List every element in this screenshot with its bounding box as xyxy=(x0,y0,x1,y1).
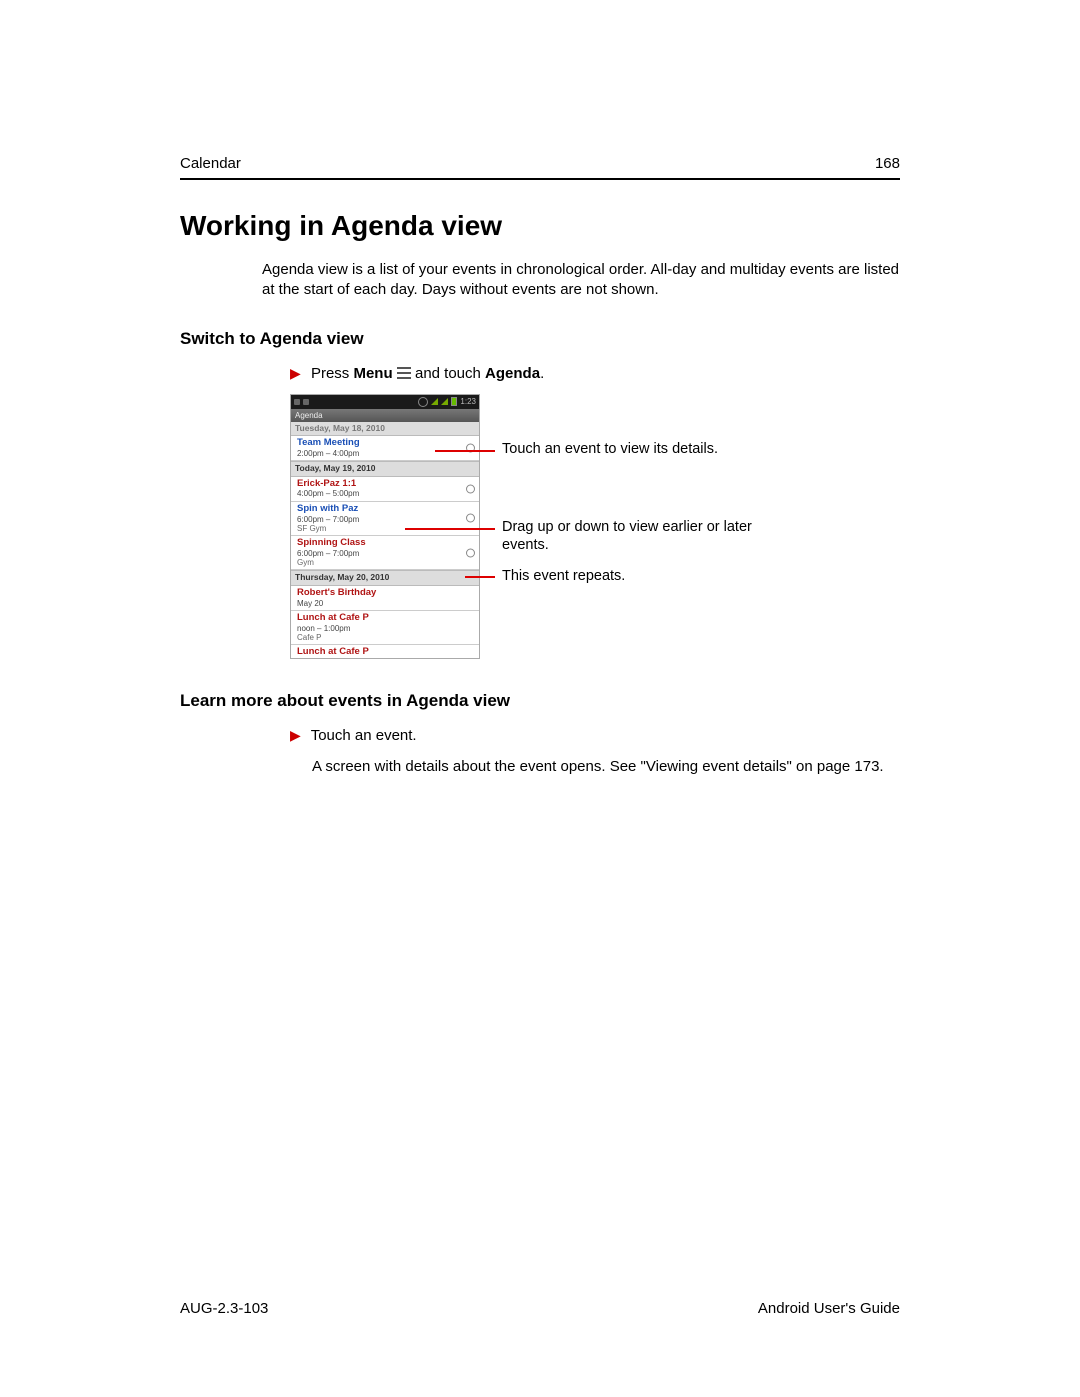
status-icon xyxy=(303,399,309,405)
subheading-switch: Switch to Agenda view xyxy=(180,329,900,349)
step-press-menu: ▶ Press Menu and touch Agenda. xyxy=(290,363,900,384)
callout-line xyxy=(435,450,495,452)
section-name: Calendar xyxy=(180,155,241,172)
status-icon xyxy=(294,399,300,405)
agenda-title-bar: Agenda xyxy=(291,409,479,422)
reminder-icon xyxy=(466,514,475,523)
event-item: Robert's Birthday May 20 xyxy=(291,586,479,611)
page-header: Calendar 168 xyxy=(180,155,900,180)
status-time: 1:23 xyxy=(460,397,476,406)
step-text: Press Menu and touch Agenda. xyxy=(311,365,544,382)
step-text: Touch an event. xyxy=(311,727,417,744)
footer-left: AUG-2.3-103 xyxy=(180,1300,268,1317)
bullet-icon: ▶ xyxy=(290,727,301,743)
callout-text: Touch an event to view its details. xyxy=(502,440,718,458)
callout-text: This event repeats. xyxy=(502,567,625,585)
callout-line xyxy=(405,528,495,530)
page-number: 168 xyxy=(875,155,900,172)
reminder-icon xyxy=(466,484,475,493)
reminder-icon xyxy=(466,548,475,557)
phone-screenshot: 1:23 Agenda Tuesday, May 18, 2010 Team M… xyxy=(290,394,480,660)
step-detail: A screen with details about the event op… xyxy=(312,756,900,777)
event-item: Lunch at Cafe P noon – 1:00pm Cafe P xyxy=(291,611,479,645)
clock-icon xyxy=(418,397,428,407)
event-item: Erick-Paz 1:1 4:00pm – 5:00pm xyxy=(291,477,479,502)
callout-text: Drag up or down to view earlier or later… xyxy=(502,518,762,554)
footer-right: Android User's Guide xyxy=(758,1300,900,1317)
event-item: Spin with Paz 6:00pm – 7:00pm SF Gym xyxy=(291,502,479,536)
screenshot-with-callouts: 1:23 Agenda Tuesday, May 18, 2010 Team M… xyxy=(290,394,900,660)
callout-line xyxy=(465,576,495,578)
day-header: Thursday, May 20, 2010 xyxy=(291,570,479,586)
event-item: Lunch at Cafe P xyxy=(291,645,479,658)
bullet-icon: ▶ xyxy=(290,365,301,381)
intro-paragraph: Agenda view is a list of your events in … xyxy=(262,260,900,301)
event-item: Spinning Class 6:00pm – 7:00pm Gym xyxy=(291,536,479,570)
subheading-learn: Learn more about events in Agenda view xyxy=(180,691,900,711)
event-item: Team Meeting 2:00pm – 4:00pm xyxy=(291,436,479,461)
status-bar: 1:23 xyxy=(291,395,479,409)
day-header: Today, May 19, 2010 xyxy=(291,461,479,477)
signal-icon xyxy=(441,398,448,405)
step-touch-event: ▶ Touch an event. xyxy=(290,725,900,746)
page-title: Working in Agenda view xyxy=(180,210,900,242)
battery-icon xyxy=(451,397,457,406)
menu-icon xyxy=(397,367,411,379)
signal-icon xyxy=(431,398,438,405)
document-page: Calendar 168 Working in Agenda view Agen… xyxy=(0,0,1080,1397)
day-header: Tuesday, May 18, 2010 xyxy=(291,422,479,436)
page-footer: AUG-2.3-103 Android User's Guide xyxy=(180,1300,900,1317)
